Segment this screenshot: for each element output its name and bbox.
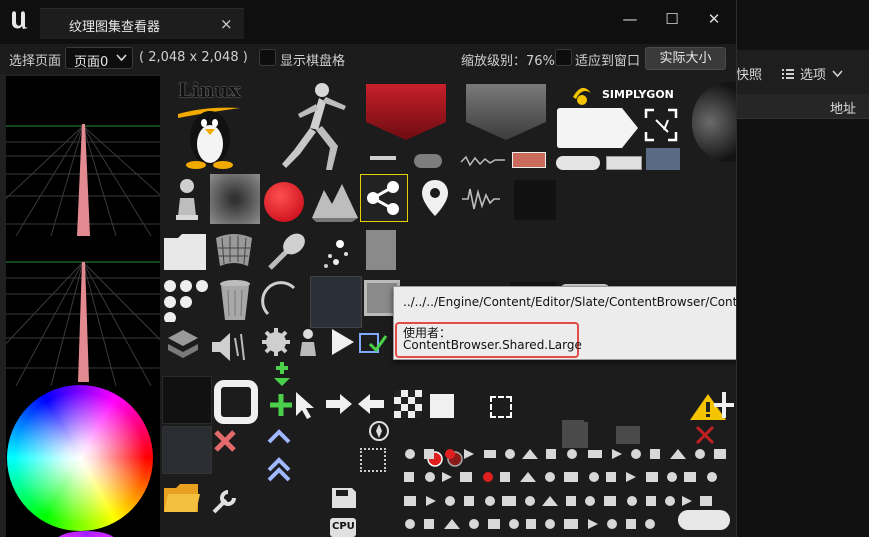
selection-frame-icon xyxy=(644,108,678,142)
trash-can-icon xyxy=(220,280,250,320)
wrench-icon xyxy=(212,490,236,514)
running-mannequin-icon xyxy=(282,83,346,170)
close-badge-icon xyxy=(512,152,546,168)
cursor-arrow-icon xyxy=(296,392,314,419)
red-x-icon xyxy=(695,425,715,445)
viewer-toolbar: 选择页面 页面0 ( 2,048 x 2,048 ) 显示棋盘格 缩放级别：76… xyxy=(0,44,736,72)
unreal-engine-logo-icon xyxy=(12,11,28,29)
blue-panel-icon xyxy=(646,148,680,170)
zoom-level-text: 缩放级别：76% xyxy=(461,54,555,69)
actual-size-button[interactable]: 实际大小 xyxy=(645,47,726,70)
line-icon xyxy=(370,156,396,160)
white-square-frame-icon xyxy=(214,380,258,424)
unreal-engine-badge-icon xyxy=(692,82,736,162)
options-menu[interactable]: 选项 xyxy=(782,64,843,83)
texture-dimensions: ( 2,048 x 2,048 ) xyxy=(139,50,248,65)
minimize-button[interactable]: — xyxy=(618,10,642,32)
save-disk-icon xyxy=(332,488,356,508)
checker-icon xyxy=(394,390,422,418)
grey-tile-2-icon xyxy=(616,426,640,444)
list-icon xyxy=(782,68,794,79)
close-button-icon xyxy=(606,156,642,170)
double-chevron-up-icon xyxy=(267,457,291,482)
landscape-grid-icon xyxy=(216,234,252,266)
white-square-icon xyxy=(430,394,454,418)
dark-blue-square-icon xyxy=(310,276,362,328)
cpu-label: CPU xyxy=(332,521,355,532)
atlas-left-column xyxy=(6,76,160,537)
selected-share-icon-cell[interactable] xyxy=(360,174,408,222)
stack-blocks-icon xyxy=(168,330,198,358)
arc-ring-icon xyxy=(261,281,296,316)
texture-atlas-viewer-window: 纹理图集查看器 × — ☐ ✕ 选择页面 页面0 ( 2,048 x 2,048… xyxy=(0,0,737,537)
slate-tile-icon xyxy=(162,426,212,474)
close-x-icon xyxy=(214,430,236,452)
black-square-icon xyxy=(514,180,556,220)
title-bar[interactable]: 纹理图集查看器 × — ☐ ✕ xyxy=(0,0,736,44)
play-button-icon xyxy=(332,329,354,355)
close-tab-icon[interactable]: × xyxy=(220,15,233,33)
waveform-icon xyxy=(460,155,505,167)
fit-to-window-label: 适应到窗口 xyxy=(575,54,641,69)
cube-check-icon xyxy=(359,333,388,353)
pawn-icon xyxy=(176,179,198,220)
arrow-right-icon xyxy=(326,394,352,414)
chess-piece-icon xyxy=(300,329,316,356)
page-select[interactable]: 页面0 xyxy=(65,47,133,70)
fit-to-window-checkbox[interactable] xyxy=(555,49,572,66)
small-icon-grid xyxy=(404,449,726,529)
spotlight-icon xyxy=(268,233,305,270)
add-up-icon xyxy=(270,394,292,416)
terrain-icon xyxy=(312,184,358,222)
show-checkerboard-label: 显示棋盘格 xyxy=(280,54,346,69)
grey-shield-icon xyxy=(466,84,546,140)
folder-icon xyxy=(164,234,206,270)
pill-button-icon xyxy=(556,156,600,170)
dots-grid-icon xyxy=(162,278,210,324)
toggle-off-icon xyxy=(414,154,442,168)
color-wheel-texture xyxy=(7,385,153,531)
cpu-chip-icon: CPU xyxy=(330,518,356,537)
audio-wave-icon xyxy=(462,188,500,210)
close-window-button[interactable]: ✕ xyxy=(702,10,726,32)
red-record-icon xyxy=(264,182,304,222)
plus-icon xyxy=(714,392,734,418)
address-column-header[interactable]: 地址 xyxy=(830,98,856,117)
background-app-panel: 快照 选项 地址 xyxy=(736,0,869,537)
maximize-button[interactable]: ☐ xyxy=(660,10,684,32)
options-label: 选项 xyxy=(800,68,827,83)
text-render-icon xyxy=(366,230,396,270)
red-shield-icon xyxy=(366,84,446,140)
speaker-icon xyxy=(212,333,245,361)
add-download-icon xyxy=(274,362,290,386)
dotted-selection-icon xyxy=(360,448,386,472)
white-tag-icon xyxy=(557,108,638,148)
page-select-value: 页面0 xyxy=(74,55,109,70)
dark-tile-icon xyxy=(162,376,212,424)
texture-path-tooltip: ../../../Engine/Content/Editor/Slate/Con… xyxy=(393,286,736,360)
map-pin-icon xyxy=(422,180,448,216)
tab-title: 纹理图集查看器 xyxy=(69,20,161,35)
chevron-down-icon xyxy=(116,54,127,62)
gear-icon xyxy=(262,328,290,356)
open-folder-icon xyxy=(164,484,200,512)
tab-texture-atlas-viewer[interactable]: 纹理图集查看器 × xyxy=(40,8,244,39)
select-page-label: 选择页面 xyxy=(9,54,62,69)
texture-path-text: ../../../Engine/Content/Editor/Slate/Con… xyxy=(403,295,736,309)
arrow-left-icon xyxy=(358,394,384,414)
texture-atlas-canvas[interactable]: Linux SIMPLYGON CPU ../../../Engine/Cont… xyxy=(0,74,736,537)
vignette-texture-icon xyxy=(210,174,260,224)
used-by-value: ContentBrowser.Shared.Large xyxy=(403,338,582,352)
dashed-select-icon xyxy=(490,396,512,418)
snapshot-tab[interactable]: 快照 xyxy=(736,64,762,83)
compass-icon xyxy=(369,421,389,441)
chevron-down-icon xyxy=(832,69,843,77)
simplygon-logo-text: SIMPLYGON xyxy=(602,88,674,101)
linux-logo-icon: Linux xyxy=(176,78,242,170)
particle-sparkle-icon xyxy=(324,240,348,268)
simplygon-logo-icon: SIMPLYGON xyxy=(568,82,678,108)
show-checkerboard-checkbox[interactable] xyxy=(259,49,276,66)
chevron-up-icon xyxy=(267,429,291,444)
